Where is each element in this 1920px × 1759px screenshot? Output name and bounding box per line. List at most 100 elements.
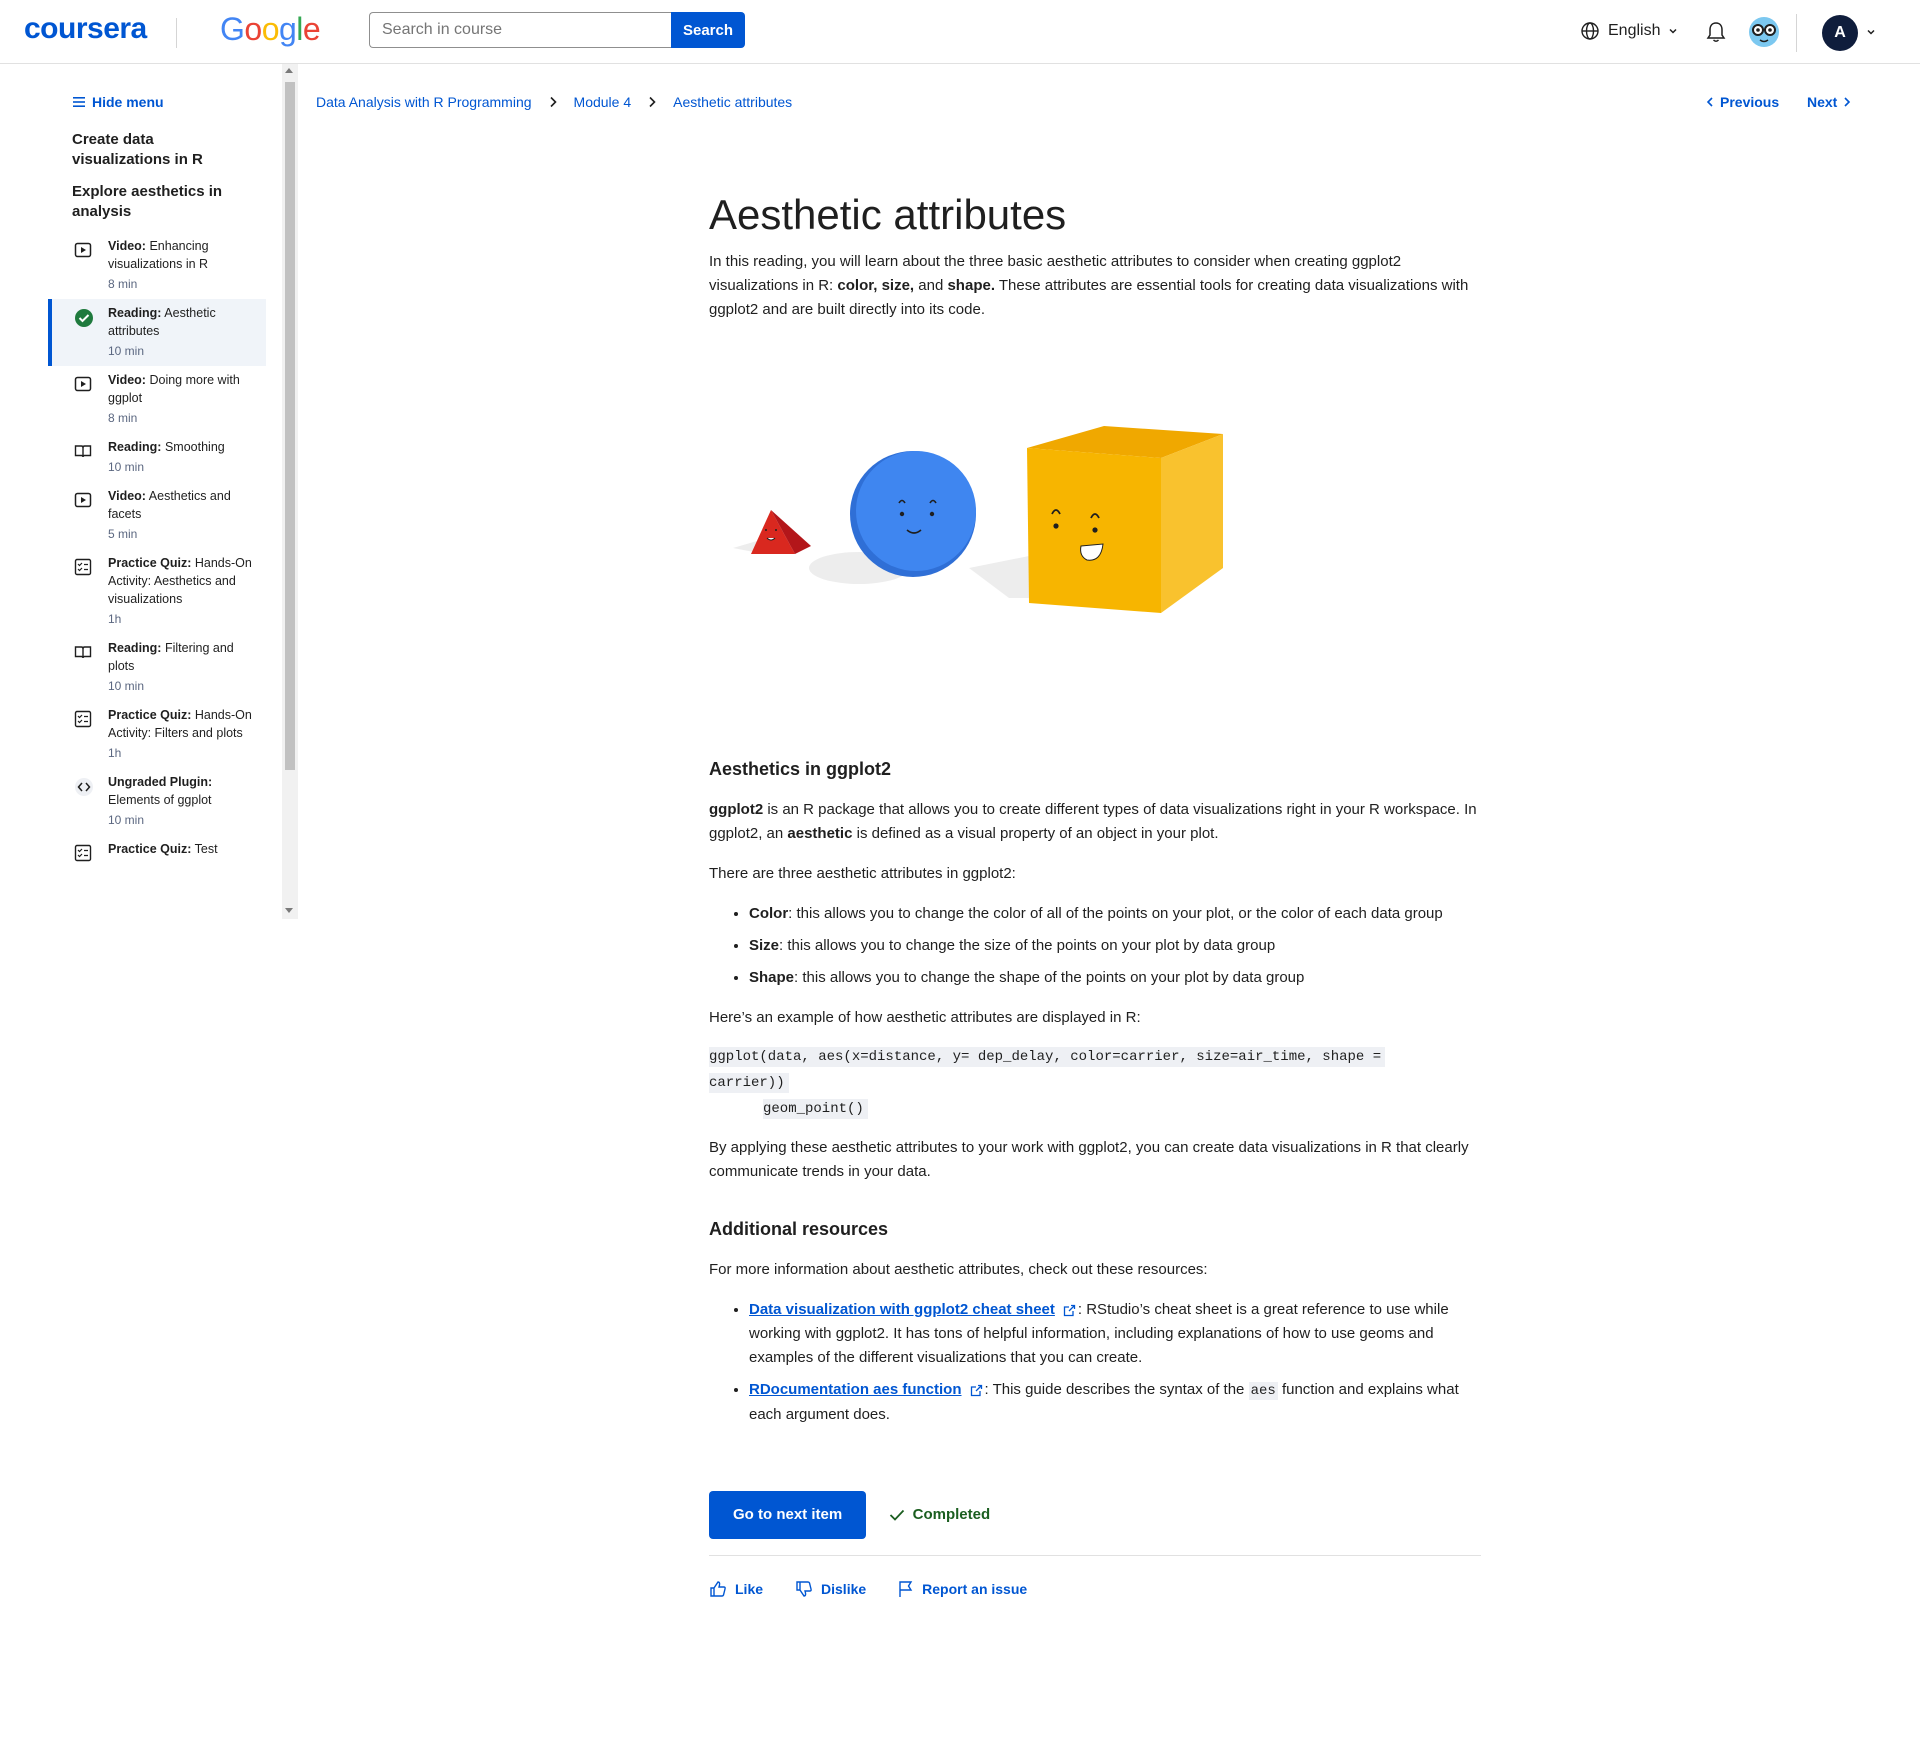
quiz-icon [74, 710, 92, 728]
list-item: Color: this allows you to change the col… [749, 902, 1481, 926]
conclusion-paragraph: By applying these aesthetic attributes t… [709, 1139, 1469, 1180]
circle-shape [850, 451, 976, 577]
cheat-sheet-link[interactable]: Data visualization with ggplot2 cheat sh… [749, 1301, 1055, 1318]
ggplot2-paragraph: ggplot2 is an R package that allows you … [709, 801, 1477, 842]
list-item: Data visualization with ggplot2 cheat sh… [749, 1298, 1481, 1370]
previous-label: Previous [1720, 94, 1780, 110]
breadcrumb: Data Analysis with R Programming Module … [316, 94, 792, 110]
sidebar-item[interactable]: Reading: Filtering and plots 10 min [48, 634, 266, 701]
scroll-down-arrow-icon[interactable] [285, 908, 293, 913]
lesson-title[interactable]: Explore aesthetics in analysis [72, 182, 242, 222]
divider [709, 1555, 1481, 1556]
sidebar-item-duration: 10 min [108, 813, 145, 827]
sidebar-item-label: Practice Quiz: Hands-On Activity: Filter… [108, 708, 252, 740]
sidebar-item-duration: 10 min [108, 679, 145, 693]
flag-icon [899, 1581, 913, 1597]
sidebar-item[interactable]: Video: Aesthetics and facets 5 min [48, 482, 266, 549]
cube-shape [1027, 426, 1223, 613]
sidebar-item[interactable]: Ungraded Plugin: Elements of ggplot 10 mi… [48, 768, 266, 835]
reading-content: Aesthetic attributes In this reading, yo… [709, 180, 1481, 1598]
dislike-label: Dislike [821, 1581, 867, 1597]
intro-paragraph: In this reading, you will learn about th… [709, 253, 1469, 318]
sidebar-item[interactable]: Practice Quiz: Hands-On Activity: Filter… [48, 701, 266, 768]
code-block: ggplot(data, aes(x=distance, y= dep_dela… [709, 1044, 1481, 1122]
next-label: Next [1807, 94, 1838, 110]
sidebar-item-duration: 8 min [108, 277, 138, 291]
module-title[interactable]: Create data visualizations in R [72, 130, 242, 170]
logo-divider [176, 18, 177, 48]
sidebar-scrollbar-thumb[interactable] [285, 82, 295, 770]
list-item: RDocumentation aes function: This guide … [749, 1378, 1481, 1427]
hide-menu-button[interactable]: Hide menu [72, 94, 164, 110]
check-circle-icon [74, 308, 93, 327]
completed-label: Completed [912, 1506, 991, 1524]
sidebar-item[interactable]: Video: Doing more with ggplot 8 min [48, 366, 266, 433]
feedback-bar: Like Dislike Report an issue [709, 1580, 1481, 1598]
go-to-next-item-button[interactable]: Go to next item [709, 1491, 867, 1539]
coach-mascot-icon[interactable] [1748, 16, 1780, 48]
sidebar-item[interactable]: Video: Enhancing visualizations in R 8 mi… [48, 232, 266, 299]
list-item: Shape: this allows you to change the sha… [749, 966, 1481, 990]
inline-code: aes [1248, 1382, 1278, 1400]
code-line: ggplot(data, aes(x=distance, y= dep_dela… [709, 1047, 1386, 1067]
check-icon [889, 1509, 904, 1521]
language-selector[interactable]: English [1580, 21, 1678, 41]
sidebar-item-label: Ungraded Plugin: Elements of ggplot [108, 775, 213, 807]
section-heading-aesthetics: Aesthetics in ggplot2 [709, 759, 892, 779]
search-button[interactable]: Search [671, 12, 745, 48]
report-issue-button[interactable]: Report an issue [898, 1580, 1027, 1598]
language-label: English [1608, 22, 1661, 39]
sidebar-item-label: Video: Doing more with ggplot [108, 373, 240, 405]
play-icon [74, 375, 92, 393]
rdocumentation-link[interactable]: RDocumentation aes function [749, 1381, 962, 1398]
globe-icon [1581, 22, 1599, 40]
notification-bell-icon[interactable] [1705, 20, 1727, 44]
play-icon [74, 241, 92, 259]
thumbs-up-icon [710, 1581, 726, 1597]
shapes-illustration [709, 358, 1481, 724]
completed-status: Completed [889, 1506, 991, 1524]
search-input[interactable] [369, 12, 671, 48]
quiz-icon [74, 558, 92, 576]
chevron-left-icon [1706, 97, 1713, 107]
sidebar-item[interactable]: Reading: Aesthetic attributes 10 min [48, 299, 266, 366]
user-avatar[interactable]: A [1822, 15, 1858, 51]
google-logo[interactable]: Google [220, 11, 321, 48]
course-sidebar: Hide menu Create data visualizations in … [48, 64, 298, 920]
sidebar-item-list: Video: Enhancing visualizations in R 8 mi… [48, 232, 266, 875]
previous-button[interactable]: Previous [1706, 94, 1779, 110]
top-header: coursera Google Search English A [0, 0, 1920, 64]
course-search: Search [369, 12, 745, 48]
resources-list: Data visualization with ggplot2 cheat sh… [709, 1298, 1481, 1427]
scroll-up-arrow-icon[interactable] [285, 68, 293, 73]
sidebar-item-label: Reading: Filtering and plots [108, 641, 234, 673]
sidebar-item[interactable]: Reading: Smoothing 10 min [48, 433, 266, 482]
next-button[interactable]: Next [1807, 94, 1851, 110]
code-line: geom_point() [763, 1099, 868, 1119]
sidebar-item[interactable]: Practice Quiz: Test [48, 835, 266, 875]
resources-intro-paragraph: For more information about aesthetic att… [709, 1261, 1208, 1278]
breadcrumb-course[interactable]: Data Analysis with R Programming [316, 94, 532, 110]
sidebar-item-label: Reading: Aesthetic attributes [108, 306, 216, 338]
sidebar-item[interactable]: Practice Quiz: Hands-On Activity: Aesthe… [48, 549, 266, 634]
menu-icon [73, 97, 85, 107]
triangle-shape [751, 510, 811, 554]
book-icon [74, 643, 92, 661]
sidebar-item-label: Reading: Smoothing [108, 440, 225, 454]
dislike-button[interactable]: Dislike [795, 1580, 866, 1598]
breadcrumb-module[interactable]: Module 4 [574, 94, 632, 110]
quiz-icon [74, 844, 92, 862]
breadcrumb-item[interactable]: Aesthetic attributes [673, 94, 792, 110]
coursera-logo[interactable]: coursera [24, 12, 147, 46]
hide-menu-label: Hide menu [92, 94, 164, 110]
like-button[interactable]: Like [709, 1580, 763, 1598]
three-attributes-paragraph: There are three aesthetic attributes in … [709, 865, 1016, 882]
sidebar-item-duration: 1h [108, 746, 122, 760]
sidebar-item-label: Video: Aesthetics and facets [108, 489, 231, 521]
sidebar-item-duration: 10 min [108, 460, 145, 474]
code-line: carrier)) [709, 1073, 789, 1093]
section-heading-resources: Additional resources [709, 1219, 889, 1239]
chevron-right-icon [1844, 97, 1851, 107]
chevron-down-icon[interactable] [1866, 27, 1876, 37]
sidebar-item-duration: 5 min [108, 527, 138, 541]
